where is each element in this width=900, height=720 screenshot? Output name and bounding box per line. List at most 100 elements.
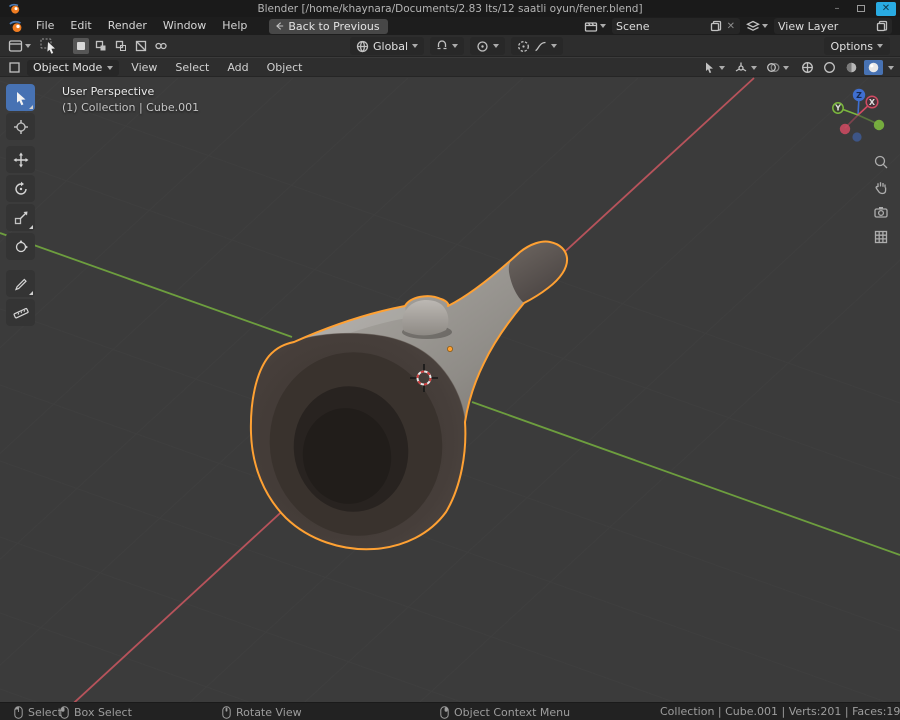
- tool-measure-button[interactable]: [6, 299, 35, 326]
- maximize-button[interactable]: [852, 2, 870, 16]
- blender-window: Blender [/home/khaynara/Documents/2.83 l…: [0, 0, 900, 720]
- menu-render[interactable]: Render: [100, 17, 155, 35]
- shading-popover-chevron-icon[interactable]: [888, 65, 894, 70]
- blender-menu-logo-icon[interactable]: [8, 19, 24, 33]
- select-mode-subtract-button[interactable]: [113, 38, 129, 54]
- view-layer-icon: [746, 20, 760, 31]
- orientation-globe-icon: [356, 40, 369, 52]
- menu-window[interactable]: Window: [155, 17, 214, 35]
- gizmos-dropdown[interactable]: [734, 61, 757, 75]
- proportional-editing-group[interactable]: [511, 37, 564, 55]
- shading-material-button[interactable]: [842, 60, 861, 75]
- tool-scale-button[interactable]: [6, 204, 35, 231]
- hint-object-context-menu: Object Context Menu: [440, 703, 570, 720]
- chevron-down-icon: [762, 24, 768, 28]
- close-button[interactable]: ✕: [876, 1, 896, 16]
- snapping-dropdown[interactable]: [430, 37, 465, 55]
- selectability-pointer-icon: [706, 62, 713, 73]
- subtool-corner-icon: [29, 105, 33, 109]
- annotate-pencil-icon: [14, 278, 27, 291]
- new-scene-icon[interactable]: [710, 20, 722, 32]
- select-mode-set-button[interactable]: [73, 38, 89, 54]
- mouse-mmb-icon: [222, 705, 231, 719]
- tool-annotate-button[interactable]: [6, 270, 35, 297]
- tool-rotate-button[interactable]: [6, 175, 35, 202]
- active-tool-indicator[interactable]: [39, 37, 59, 55]
- shading-wireframe-button[interactable]: [798, 60, 817, 75]
- chevron-down-icon: [783, 65, 789, 70]
- menu-help[interactable]: Help: [214, 17, 255, 35]
- scene-name-field[interactable]: Scene ✕: [612, 18, 740, 34]
- pivot-point-dropdown[interactable]: [470, 37, 506, 55]
- menu-select[interactable]: Select: [169, 61, 215, 74]
- flashlight-tail-cap: [508, 241, 568, 303]
- viewport-3d[interactable]: User Perspective (1) Collection | Cube.0…: [0, 77, 900, 702]
- hint-box-select: Box Select: [60, 703, 132, 720]
- chevron-down-icon: [25, 44, 31, 48]
- tool-cursor-button[interactable]: [6, 113, 35, 140]
- select-mode-intersect-button[interactable]: [153, 38, 169, 54]
- cursor-3d-icon: [13, 119, 28, 134]
- statusbar: Select Box Select Rotate View Object Con…: [0, 702, 900, 720]
- zoom-button[interactable]: [871, 152, 891, 172]
- chevron-down-icon: [551, 44, 558, 48]
- magnifier-icon: [874, 155, 888, 169]
- menu-edit[interactable]: Edit: [62, 17, 99, 35]
- select-mode-invert-button[interactable]: [133, 38, 149, 54]
- unlink-scene-icon[interactable]: ✕: [726, 21, 736, 32]
- transform-orientation-dropdown[interactable]: Global: [350, 37, 425, 55]
- subtool-corner-icon: [29, 291, 33, 295]
- active-object-breadcrumb: (1) Collection | Cube.001: [62, 101, 200, 114]
- tool-select-box-button[interactable]: [6, 84, 35, 111]
- flashlight-object[interactable]: [249, 240, 569, 551]
- shading-rendered-button[interactable]: [864, 60, 883, 75]
- menu-object[interactable]: Object: [261, 61, 309, 74]
- y-axis-line: [0, 232, 293, 338]
- mouse-lmb-icon: [14, 705, 23, 719]
- tool-move-button[interactable]: [6, 146, 35, 173]
- back-to-previous-button[interactable]: Back to Previous: [269, 18, 388, 34]
- gizmo-minus-z-ball[interactable]: [852, 132, 862, 142]
- navigation-gizmo[interactable]: Z X Y: [826, 85, 890, 149]
- proportional-editing-icon: [518, 40, 530, 52]
- mode-dropdown[interactable]: Object Mode: [27, 59, 120, 76]
- maximize-icon: [857, 5, 865, 12]
- browse-scene-button[interactable]: [584, 20, 606, 33]
- gizmo-minus-y-ball[interactable]: [873, 119, 885, 131]
- options-dropdown[interactable]: Options: [823, 37, 890, 55]
- camera-view-button[interactable]: [871, 202, 891, 222]
- pan-button[interactable]: [871, 177, 891, 197]
- view-layer-name-field[interactable]: View Layer: [774, 18, 892, 34]
- editor-type-icon: [8, 40, 23, 52]
- menubar: File Edit Render Window Help Back to Pre…: [0, 17, 900, 35]
- gizmo-y-label: Y: [834, 104, 841, 113]
- tool-transform-button[interactable]: [6, 233, 35, 260]
- new-view-layer-icon[interactable]: [876, 20, 888, 32]
- chevron-down-icon: [107, 65, 114, 70]
- transform-icon: [15, 239, 28, 252]
- falloff-curve-icon: [535, 41, 546, 51]
- gizmo-x-label: X: [869, 98, 876, 107]
- select-mode-extend-button[interactable]: [93, 38, 109, 54]
- minimize-button[interactable]: –: [828, 2, 846, 16]
- gizmo-z-label: Z: [856, 91, 862, 100]
- gizmo-minus-x-ball[interactable]: [839, 123, 851, 135]
- chevron-down-icon: [877, 44, 883, 48]
- browse-view-layer-button[interactable]: [746, 20, 768, 33]
- menu-view[interactable]: View: [125, 61, 163, 74]
- object-visibility-dropdown[interactable]: [703, 61, 725, 74]
- scene-viewlayer-selectors: Scene ✕ View Layer: [584, 18, 892, 34]
- overlays-dropdown[interactable]: [766, 61, 789, 74]
- perspective-toggle-button[interactable]: [871, 227, 891, 247]
- view-perspective-label: User Perspective: [62, 85, 155, 98]
- editor-type-selector[interactable]: [8, 39, 31, 53]
- window-controls: – ✕: [828, 1, 896, 16]
- shading-solid-button[interactable]: [820, 60, 839, 75]
- subtool-corner-icon: [29, 225, 33, 229]
- chevron-down-icon: [493, 44, 500, 48]
- menu-file[interactable]: File: [28, 17, 62, 35]
- measure-ruler-icon: [13, 307, 29, 318]
- object-mode-icon: [9, 62, 20, 73]
- menu-add[interactable]: Add: [221, 61, 254, 74]
- back-arrow-icon: [276, 22, 284, 30]
